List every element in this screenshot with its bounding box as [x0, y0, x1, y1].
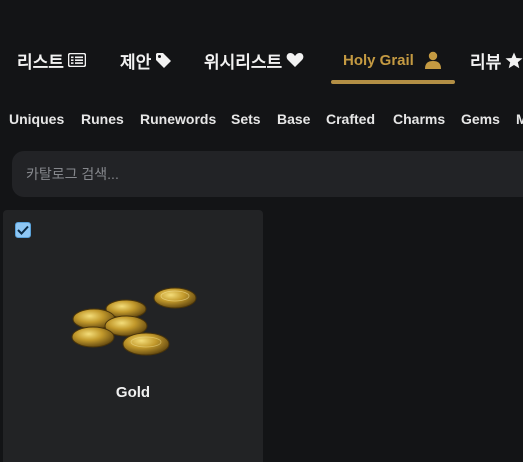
nav-item-label: 리뷰: [470, 52, 502, 72]
category-runes[interactable]: Runes: [81, 111, 124, 127]
tag-icon: [155, 52, 172, 69]
category-more[interactable]: M: [516, 111, 523, 127]
checkmark-icon: [17, 225, 29, 235]
nav-item-holy-grail[interactable]: Holy Grail: [343, 38, 442, 82]
main-nav: 리스트 제안 위시리스트 Holy Grail 리뷰: [0, 38, 523, 88]
nav-item-label: 위시리스트: [204, 52, 283, 72]
catalog-search: [12, 151, 523, 197]
gold-coins-image: [71, 287, 197, 356]
nav-item-label: Holy Grail: [343, 51, 414, 69]
nav-item-wishlist[interactable]: 위시리스트: [204, 38, 304, 82]
list-icon: [67, 53, 86, 67]
collected-checkbox[interactable]: [15, 222, 31, 238]
item-card[interactable]: Gold: [3, 210, 263, 462]
heart-icon: [286, 52, 304, 68]
nav-item-label: 제안: [120, 52, 152, 72]
star-icon: [505, 52, 523, 69]
nav-item-label: 리스트: [17, 52, 64, 72]
category-uniques[interactable]: Uniques: [9, 111, 64, 127]
category-sets[interactable]: Sets: [231, 111, 261, 127]
nav-item-reviews[interactable]: 리뷰: [470, 38, 523, 82]
item-name: Gold: [115, 384, 151, 401]
category-runewords[interactable]: Runewords: [140, 111, 216, 127]
category-nav: Uniques Runes Runewords Sets Base Crafte…: [0, 103, 523, 137]
nav-item-suggestions[interactable]: 제안: [120, 38, 172, 82]
search-input[interactable]: [26, 151, 506, 197]
category-gems[interactable]: Gems: [461, 111, 500, 127]
active-tab-indicator: [331, 80, 455, 84]
category-crafted[interactable]: Crafted: [326, 111, 375, 127]
category-charms[interactable]: Charms: [393, 111, 445, 127]
category-base[interactable]: Base: [277, 111, 310, 127]
user-icon: [424, 51, 442, 69]
nav-item-list[interactable]: 리스트: [17, 38, 86, 82]
